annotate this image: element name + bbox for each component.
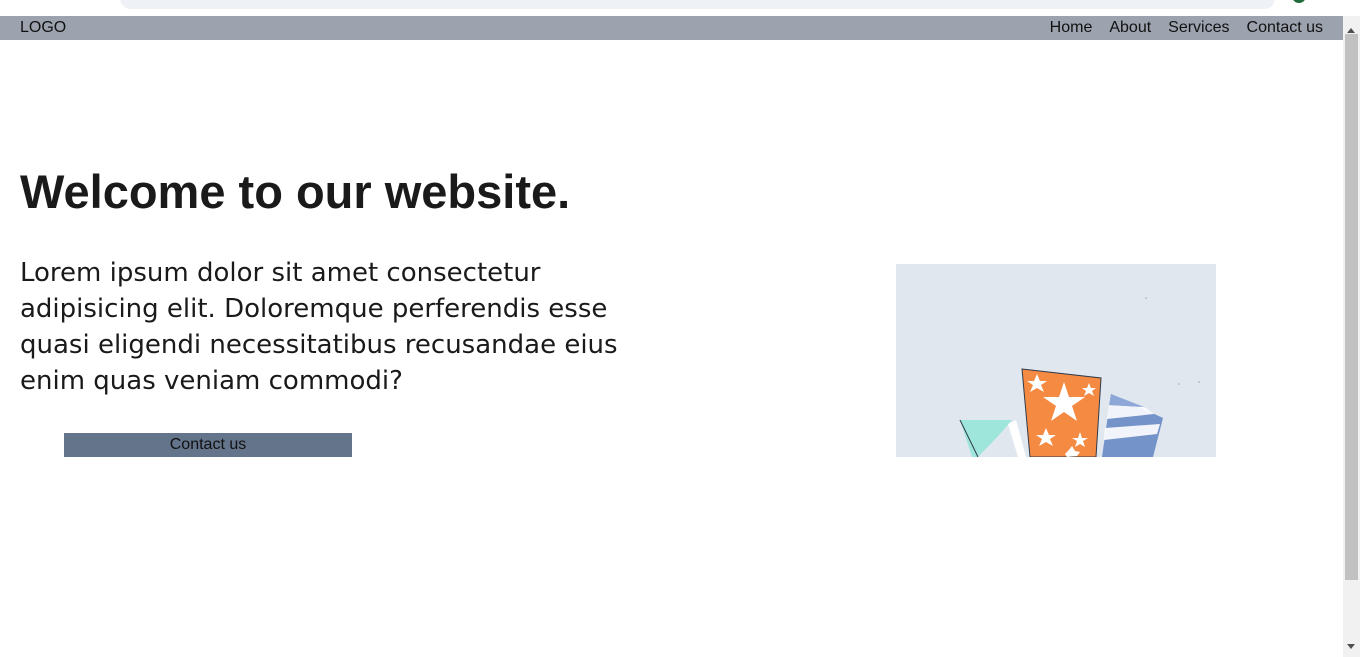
hero-illustration — [896, 264, 1216, 457]
scroll-up-arrow-icon[interactable] — [1347, 28, 1355, 33]
logo[interactable]: LOGO — [20, 18, 66, 38]
party-cups-illustration — [896, 264, 1216, 457]
nav-link-services[interactable]: Services — [1168, 18, 1229, 38]
nav-links: Home About Services Contact us — [1050, 18, 1323, 38]
hero-title: Welcome to our website. — [20, 165, 571, 218]
scroll-thumb[interactable] — [1345, 34, 1358, 580]
contact-us-button[interactable]: Contact us — [64, 433, 352, 457]
nav-link-contact[interactable]: Contact us — [1247, 18, 1323, 38]
nav-link-home[interactable]: Home — [1050, 18, 1093, 38]
browser-top-strip — [0, 0, 1360, 16]
scroll-down-arrow-icon[interactable] — [1347, 644, 1355, 649]
top-navbar: LOGO Home About Services Contact us — [0, 16, 1343, 40]
nav-link-about[interactable]: About — [1109, 18, 1151, 38]
profile-icon[interactable] — [1292, 0, 1306, 3]
address-bar[interactable] — [120, 0, 1275, 9]
vertical-scrollbar[interactable] — [1343, 16, 1360, 657]
hero-description: Lorem ipsum dolor sit amet consectetur a… — [20, 258, 618, 396]
